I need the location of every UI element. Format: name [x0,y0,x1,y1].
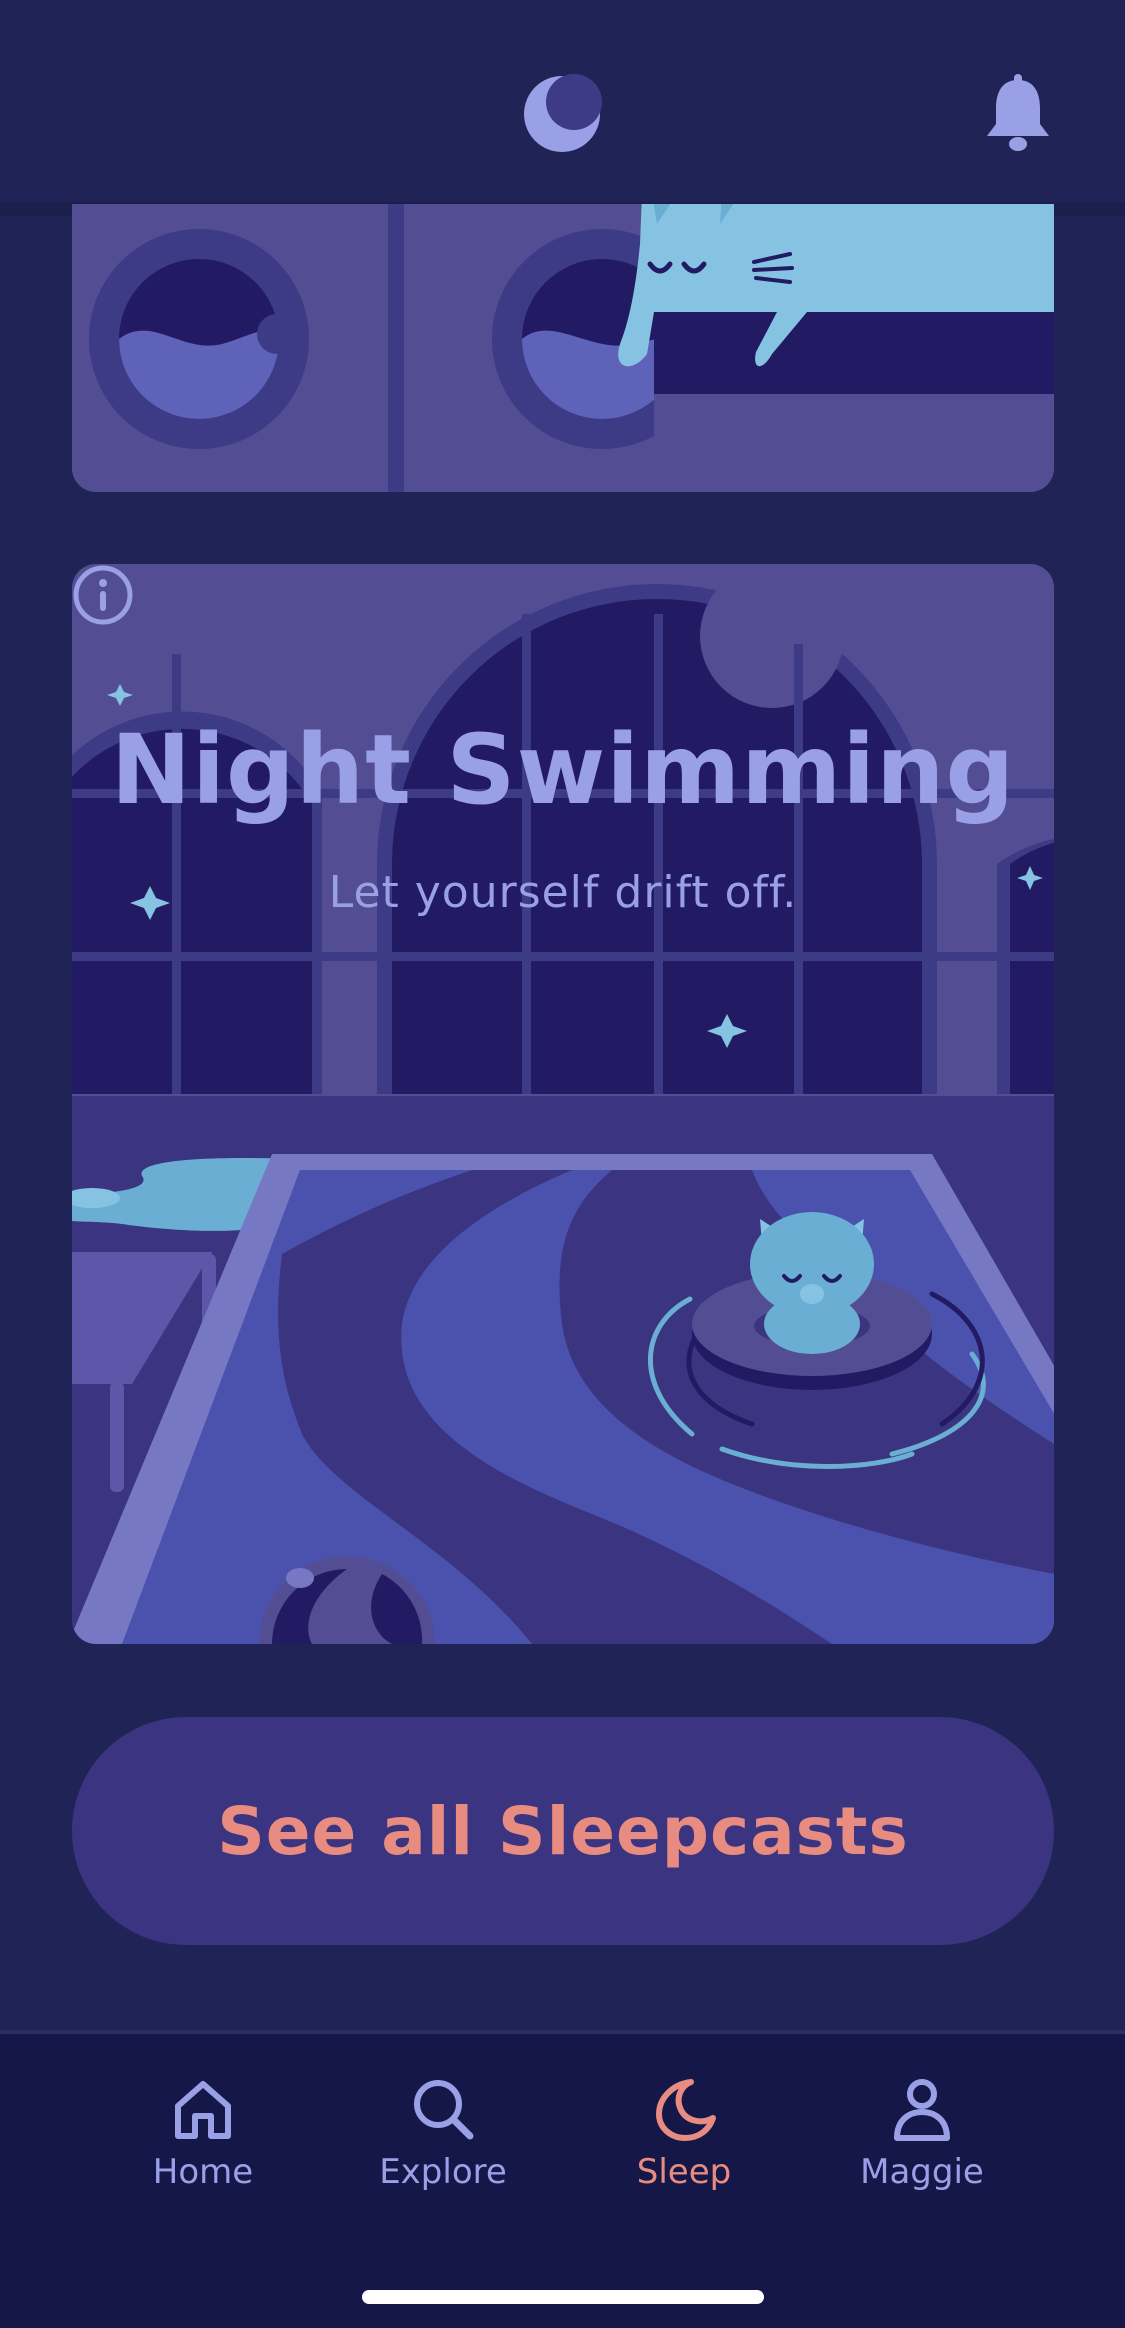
home-icon [175,2081,231,2139]
tab-profile-label: Maggie [860,2152,984,2192]
tab-explore[interactable]: Explore [343,2076,543,2196]
tab-home-label: Home [152,2152,254,2192]
tab-profile[interactable]: Maggie [822,2076,1022,2196]
tab-home[interactable]: Home [103,2076,303,2196]
tab-explore-label: Explore [379,2152,507,2192]
tab-bar: Home Explore Sleep Maggie [0,2034,1125,2328]
tab-sleep-label: Sleep [636,2152,732,2192]
search-icon [414,2080,474,2140]
info-icon[interactable] [72,564,134,626]
laundromat-illustration [72,204,1054,492]
home-indicator[interactable] [362,2290,764,2304]
sleepcast-card-featured[interactable]: Night Swimming Let yourself drift off. [72,564,1054,1644]
moon-logo-icon [524,74,602,152]
top-bar [0,0,1125,204]
see-all-sleepcasts-label: See all Sleepcasts [217,1792,909,1870]
see-all-sleepcasts-button[interactable]: See all Sleepcasts [72,1717,1054,1945]
card-title: Night Swimming [110,714,1016,826]
tab-sleep[interactable]: Sleep [584,2076,784,2196]
card-subtitle: Let yourself drift off. [328,867,798,918]
sleepcast-card-laundromat[interactable] [72,204,1054,492]
profile-icon [894,2079,950,2141]
bell-icon[interactable] [983,74,1053,152]
moon-icon [656,2079,716,2141]
